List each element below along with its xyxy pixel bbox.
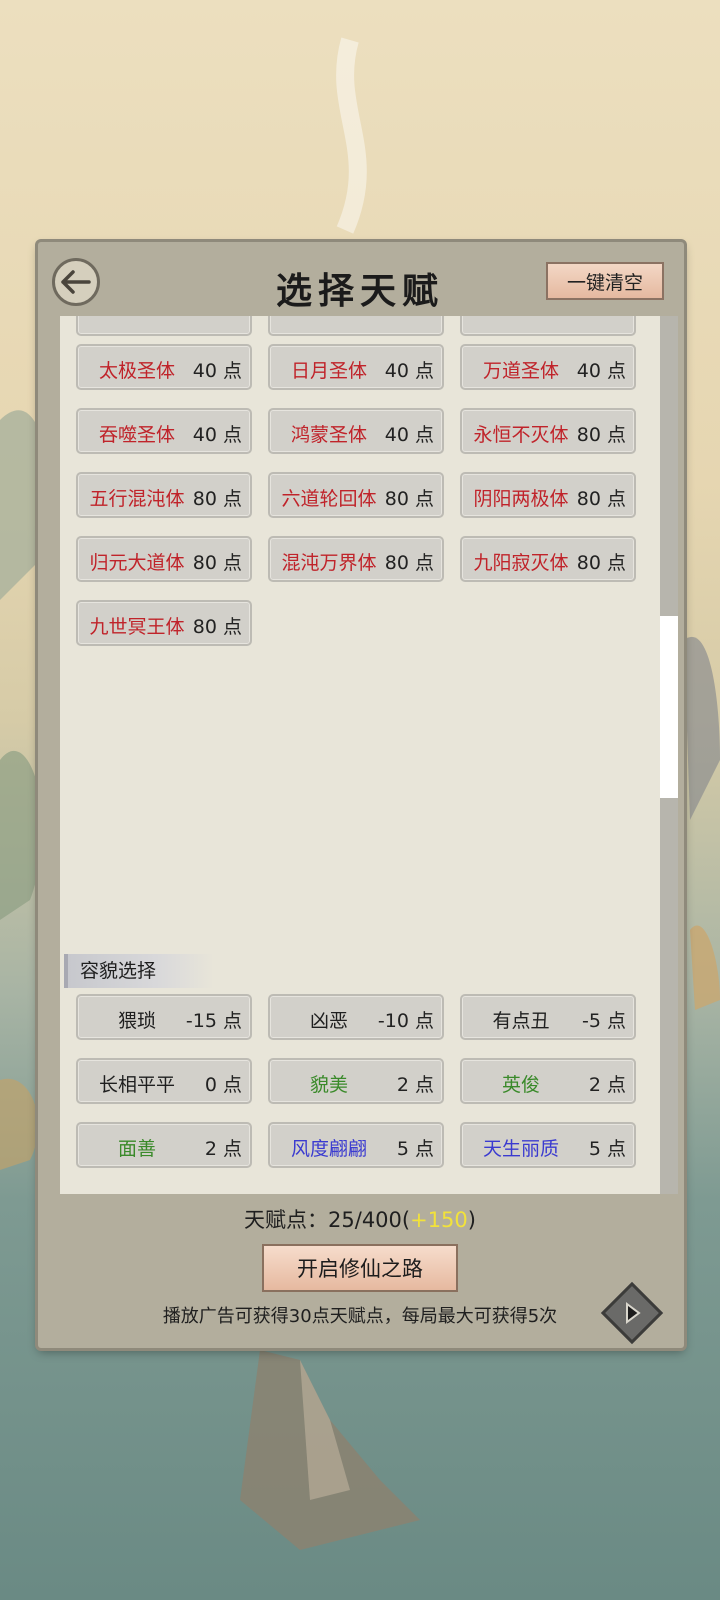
appearance-cell[interactable]: 猥琐 -15 点 bbox=[76, 994, 252, 1040]
talent-cost: 40 点 bbox=[576, 360, 626, 382]
talent-name: 阴阳两极体 bbox=[473, 488, 569, 510]
appearance-cost: -5 点 bbox=[582, 1010, 626, 1032]
talent-cost: 80 点 bbox=[576, 488, 626, 510]
appearance-name: 有点丑 bbox=[492, 1010, 550, 1032]
talent-cell-partial bbox=[460, 316, 636, 336]
talent-name: 五行混沌体 bbox=[89, 488, 185, 510]
appearance-name: 凶恶 bbox=[309, 1010, 348, 1032]
talent-name: 万道圣体 bbox=[482, 360, 559, 382]
talent-cell[interactable]: 太极圣体 40 点 bbox=[76, 344, 252, 390]
points-close: ) bbox=[467, 1208, 476, 1232]
talent-cell[interactable]: 鸿蒙圣体 40 点 bbox=[268, 408, 444, 454]
talent-cell[interactable]: 归元大道体 80 点 bbox=[76, 536, 252, 582]
appearance-name: 风度翩翩 bbox=[290, 1138, 367, 1160]
appearance-cost: -15 点 bbox=[185, 1010, 242, 1032]
appearance-cost: 2 点 bbox=[204, 1138, 242, 1160]
clear-all-button[interactable]: 一键清空 bbox=[546, 262, 664, 300]
talent-name: 永恒不灭体 bbox=[473, 424, 569, 446]
points-value: 25/400( bbox=[328, 1208, 411, 1232]
talent-name: 鸿蒙圣体 bbox=[290, 424, 367, 446]
appearance-name: 面善 bbox=[117, 1138, 156, 1160]
talent-name: 九阳寂灭体 bbox=[473, 552, 569, 574]
talent-cost: 80 点 bbox=[192, 616, 242, 638]
talent-cell[interactable]: 永恒不灭体 80 点 bbox=[460, 408, 636, 454]
talent-cost: 40 点 bbox=[192, 424, 242, 446]
talent-name: 混沌万界体 bbox=[281, 552, 377, 574]
appearance-name: 猥琐 bbox=[117, 1010, 156, 1032]
talent-name: 归元大道体 bbox=[89, 552, 185, 574]
points-bonus: +150 bbox=[410, 1208, 468, 1232]
talent-cost: 40 点 bbox=[192, 360, 242, 382]
talent-cost: 80 点 bbox=[192, 488, 242, 510]
appearance-cell[interactable]: 有点丑 -5 点 bbox=[460, 994, 636, 1040]
appearance-cost: -10 点 bbox=[377, 1010, 434, 1032]
points-label: 天赋点： bbox=[244, 1208, 329, 1232]
talent-cost: 80 点 bbox=[192, 552, 242, 574]
talent-cost: 80 点 bbox=[576, 552, 626, 574]
talent-cell-partial bbox=[76, 316, 252, 336]
talent-cost: 40 点 bbox=[384, 424, 434, 446]
appearance-cost: 5 点 bbox=[396, 1138, 434, 1160]
talent-cell[interactable]: 九世冥王体 80 点 bbox=[76, 600, 252, 646]
talent-cost: 40 点 bbox=[384, 360, 434, 382]
talent-cell[interactable]: 混沌万界体 80 点 bbox=[268, 536, 444, 582]
talent-cell[interactable]: 吞噬圣体 40 点 bbox=[76, 408, 252, 454]
appearance-cell[interactable]: 天生丽质 5 点 bbox=[460, 1122, 636, 1168]
appearance-section-header: 容貌选择 bbox=[64, 954, 214, 988]
appearance-cell[interactable]: 面善 2 点 bbox=[76, 1122, 252, 1168]
appearance-cost: 2 点 bbox=[588, 1074, 626, 1096]
play-ad-icon bbox=[626, 1302, 641, 1324]
talent-cell[interactable]: 阴阳两极体 80 点 bbox=[460, 472, 636, 518]
talent-name: 日月圣体 bbox=[290, 360, 367, 382]
talent-cell-partial bbox=[268, 316, 444, 336]
talent-cell[interactable]: 日月圣体 40 点 bbox=[268, 344, 444, 390]
talent-name: 九世冥王体 bbox=[89, 616, 185, 638]
appearance-name: 天生丽质 bbox=[482, 1138, 559, 1160]
appearance-cost: 2 点 bbox=[396, 1074, 434, 1096]
appearance-cell[interactable]: 长相平平 0 点 bbox=[76, 1058, 252, 1104]
scrollbar-thumb[interactable] bbox=[660, 616, 678, 798]
appearance-name: 貌美 bbox=[309, 1074, 348, 1096]
appearance-cell[interactable]: 英俊 2 点 bbox=[460, 1058, 636, 1104]
talent-cell[interactable]: 九阳寂灭体 80 点 bbox=[460, 536, 636, 582]
appearance-cell[interactable]: 貌美 2 点 bbox=[268, 1058, 444, 1104]
appearance-cell[interactable]: 风度翩翩 5 点 bbox=[268, 1122, 444, 1168]
appearance-cell[interactable]: 凶恶 -10 点 bbox=[268, 994, 444, 1040]
appearance-cost: 5 点 bbox=[588, 1138, 626, 1160]
talent-cell[interactable]: 五行混沌体 80 点 bbox=[76, 472, 252, 518]
talent-cell[interactable]: 万道圣体 40 点 bbox=[460, 344, 636, 390]
talent-cost: 80 点 bbox=[384, 488, 434, 510]
talent-name: 太极圣体 bbox=[98, 360, 175, 382]
talent-scroll-area[interactable]: 太极圣体 40 点 日月圣体 40 点 万道圣体 40 点 吞噬圣体 40 点 鸿蒙圣体… bbox=[60, 316, 660, 1194]
talent-cell[interactable]: 六道轮回体 80 点 bbox=[268, 472, 444, 518]
talent-name: 吞噬圣体 bbox=[98, 424, 175, 446]
appearance-name: 英俊 bbox=[501, 1074, 540, 1096]
start-cultivation-button[interactable]: 开启修仙之路 bbox=[262, 1244, 458, 1292]
talent-points-display: 天赋点：25/400(+150) bbox=[0, 1204, 720, 1234]
talent-name: 六道轮回体 bbox=[281, 488, 377, 510]
talent-cost: 80 点 bbox=[576, 424, 626, 446]
talent-cost: 80 点 bbox=[384, 552, 434, 574]
appearance-cost: 0 点 bbox=[204, 1074, 242, 1096]
appearance-name: 长相平平 bbox=[98, 1074, 175, 1096]
